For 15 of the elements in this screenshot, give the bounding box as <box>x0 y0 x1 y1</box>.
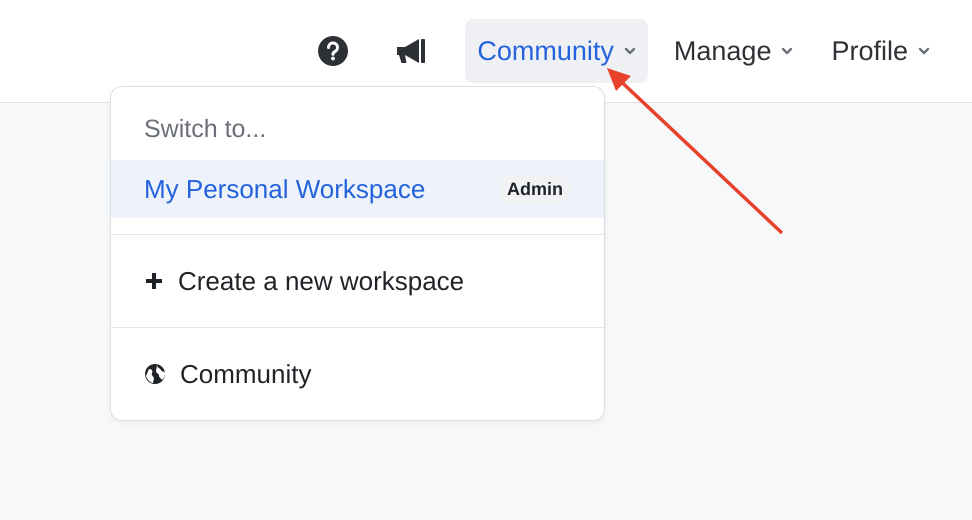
role-badge: Admin <box>499 176 571 202</box>
menu-item[interactable]: Community <box>111 344 604 404</box>
nav-menu-button[interactable]: Community <box>465 19 648 83</box>
chevron-icon <box>624 46 636 56</box>
help-icon[interactable] <box>318 36 348 66</box>
megaphone-icon[interactable] <box>395 37 428 65</box>
chevron-icon <box>918 46 930 56</box>
menu-item[interactable]: Create a new workspace <box>111 251 604 311</box>
plus-icon <box>144 271 164 291</box>
menu-heading: Switch to... <box>143 115 268 145</box>
workspace-item[interactable]: My Personal Workspace Admin <box>111 160 604 218</box>
nav-menu-button[interactable]: Profile <box>819 19 942 83</box>
globe-icon <box>144 363 166 385</box>
chevron-icon <box>781 46 794 56</box>
nav-menu-button[interactable]: Manage <box>662 19 806 83</box>
